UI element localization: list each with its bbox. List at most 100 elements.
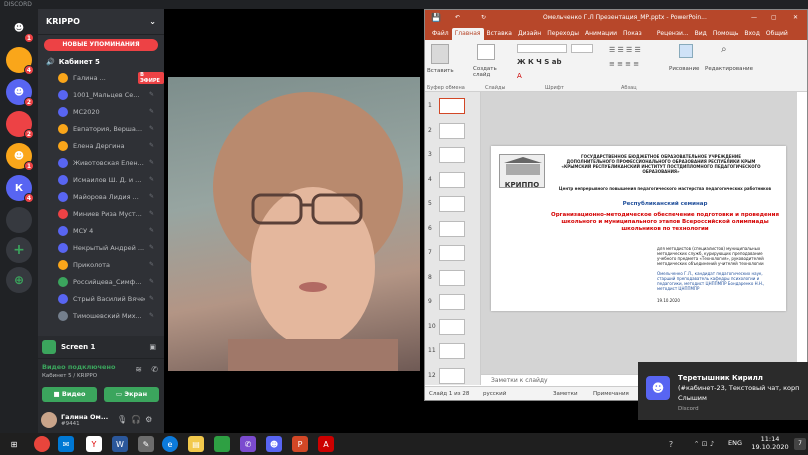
gear-icon[interactable]: ⚙ xyxy=(145,415,152,424)
voice-member[interactable]: Некрытый Андрей ... ✎ xyxy=(38,239,164,256)
toast-notification[interactable]: ☻ Теретышник Кирилл (#кабинет-23, Тексто… xyxy=(638,362,808,420)
viber-icon[interactable]: ✆ xyxy=(240,436,256,452)
mail-icon[interactable]: ✉ xyxy=(58,436,74,452)
screen-share-button[interactable]: ▭ Экран xyxy=(104,387,159,402)
slide-thumbnail[interactable] xyxy=(439,343,465,359)
slide-thumbnail[interactable] xyxy=(439,98,465,114)
disconnect-icon[interactable]: ✆ xyxy=(151,365,158,374)
font-size-select[interactable] xyxy=(571,44,593,53)
word-icon[interactable]: W xyxy=(112,436,128,452)
voice-member[interactable]: Галина ... В ЭФИРЕ xyxy=(38,69,164,86)
minimize-icon[interactable]: — xyxy=(751,10,757,26)
paragraph-icons[interactable]: ☰ ☰ ☰ ☰ xyxy=(609,46,641,54)
search-icon[interactable]: ⌕ xyxy=(721,44,727,55)
drawing-button[interactable]: Рисование xyxy=(669,66,699,72)
redo-icon[interactable]: ↻ xyxy=(481,10,486,26)
video-button[interactable]: ■ Видео xyxy=(42,387,97,402)
slide-thumbnail[interactable] xyxy=(439,147,465,163)
slide-thumbnail[interactable] xyxy=(439,367,465,384)
close-icon[interactable]: ✕ xyxy=(793,10,798,26)
discord-taskbar-icon[interactable]: ☻ xyxy=(266,436,282,452)
ribbon-tab[interactable]: Помощь xyxy=(710,28,742,40)
yandex-icon[interactable]: Y xyxy=(86,436,102,452)
drawing-icon[interactable] xyxy=(679,44,693,58)
slide-thumbnail[interactable] xyxy=(439,196,465,212)
notes-toggle[interactable]: Заметки xyxy=(553,387,578,401)
paste-icon[interactable] xyxy=(431,44,449,64)
new-slide-button[interactable]: Создать слайд xyxy=(473,66,503,78)
comments-toggle[interactable]: Примечания xyxy=(593,387,629,401)
slide-thumbnail[interactable] xyxy=(439,318,465,335)
avatar[interactable] xyxy=(41,411,57,428)
ribbon-tab[interactable]: Вид xyxy=(692,28,710,40)
stream-tile[interactable]: Screen 1 ▣ xyxy=(38,336,164,358)
microphone-icon[interactable]: 🎙 xyxy=(117,415,127,424)
app-icon[interactable] xyxy=(214,436,230,452)
server-home[interactable]: ☻ 1 xyxy=(6,15,34,43)
file-explorer-icon[interactable]: ▤ xyxy=(188,436,204,452)
new-slide-icon[interactable] xyxy=(477,44,495,60)
voice-member[interactable]: Приколота ✎ xyxy=(38,256,164,273)
slide-thumbnail[interactable] xyxy=(439,122,465,139)
server-icon[interactable] xyxy=(6,207,32,233)
ribbon-tab[interactable]: Общий доступ xyxy=(763,28,807,49)
voice-member[interactable]: Стрый Василий Вячесл...✎ xyxy=(38,290,164,307)
server-icon[interactable]: 4 xyxy=(6,47,34,75)
chrome-icon[interactable] xyxy=(34,436,50,452)
voice-member[interactable]: Тимошевский Мих... ✎ xyxy=(38,307,164,324)
server-icon[interactable]: К 4 xyxy=(6,175,34,203)
voice-member[interactable]: Елена Дергина ✎ xyxy=(38,137,164,154)
clock[interactable]: 11:14 19.10.2020 xyxy=(750,435,790,451)
powerpoint-taskbar-icon[interactable]: P xyxy=(292,436,308,452)
ribbon-tab[interactable]: Анимации xyxy=(582,28,620,40)
alignment-icons[interactable]: ≡ ≡ ≡ ≡ xyxy=(609,60,639,68)
ribbon-tab[interactable]: Переходы xyxy=(544,28,582,40)
ribbon-tab[interactable]: Рецензи... xyxy=(654,28,692,40)
font-format-icons[interactable]: Ж К Ч S ab xyxy=(517,58,561,66)
guild-header[interactable]: KRIPPO ⌄ xyxy=(38,9,164,35)
explore-servers-button[interactable]: ⊕ xyxy=(6,267,32,293)
tray-icons[interactable]: ⌃ ⊡ ♪ xyxy=(684,436,724,452)
voice-member[interactable]: Евпатория, Верша... ✎ xyxy=(38,120,164,137)
slide-thumbnail[interactable] xyxy=(439,245,465,261)
noise-icon[interactable]: ≋ xyxy=(135,365,142,374)
voice-member[interactable]: МС2020 ✎ xyxy=(38,103,164,120)
headphones-icon[interactable]: 🎧 xyxy=(131,415,141,424)
help-icon[interactable]: ? xyxy=(666,436,676,452)
popout-icon[interactable]: ▣ xyxy=(149,343,156,351)
ribbon-tab[interactable]: Файл xyxy=(429,28,452,40)
paste-button[interactable]: Вставить xyxy=(427,68,454,74)
server-icon[interactable]: ☻ 1 xyxy=(6,143,34,171)
tool-icon[interactable]: ✎ xyxy=(138,436,154,452)
voice-member[interactable]: МСУ 4 ✎ xyxy=(38,222,164,239)
ribbon-tab[interactable]: Дизайн xyxy=(515,28,544,40)
ribbon-tab[interactable]: Показ сл... xyxy=(620,28,654,49)
server-icon[interactable]: 2 xyxy=(6,111,34,139)
voice-member[interactable]: Животовская Елен... ✎ xyxy=(38,154,164,171)
edge-icon[interactable]: e xyxy=(162,436,178,452)
notification-center-icon[interactable]: 7 xyxy=(794,438,806,450)
start-button[interactable]: ⊞ xyxy=(6,436,22,452)
font-color-icon[interactable]: A xyxy=(517,72,522,80)
powerpoint-window[interactable]: 💾 ↶ ↻ Омельченко Г.Л Презентация_МР.pptx… xyxy=(424,9,808,401)
slide[interactable]: КРИППО ГОСУДАРСТВЕННОЕ БЮДЖЕТНОЕ ОБРАЗОВ… xyxy=(491,146,786,311)
new-mentions-pill[interactable]: НОВЫЕ УПОМИНАНИЯ xyxy=(44,39,158,51)
add-server-button[interactable]: + xyxy=(6,237,32,263)
undo-icon[interactable]: ↶ xyxy=(455,10,460,26)
font-family-select[interactable] xyxy=(517,44,567,53)
slide-thumbnail[interactable] xyxy=(439,171,465,188)
slide-thumbnail[interactable] xyxy=(439,294,465,310)
voice-member[interactable]: Миниев Риза Муст... ✎ xyxy=(38,205,164,222)
ribbon-tab[interactable]: Главная xyxy=(451,28,484,40)
pdf-icon[interactable]: A xyxy=(318,436,334,452)
editing-button[interactable]: Редактирование xyxy=(705,66,753,72)
voice-member[interactable]: Российцева_Симф... ✎ xyxy=(38,273,164,290)
language-indicator[interactable]: ENG xyxy=(728,439,742,447)
slide-thumbnail[interactable] xyxy=(439,269,465,286)
server-icon[interactable]: ☻ 2 xyxy=(6,79,34,107)
ribbon-tab[interactable]: Вставка xyxy=(484,28,515,40)
voice-member[interactable]: 1001_Мальцев Се... ✎ xyxy=(38,86,164,103)
maximize-icon[interactable]: ▢ xyxy=(771,10,777,26)
slide-thumbnail[interactable] xyxy=(439,220,465,237)
voice-channel[interactable]: 🔊 Кабинет 5 xyxy=(38,55,164,69)
